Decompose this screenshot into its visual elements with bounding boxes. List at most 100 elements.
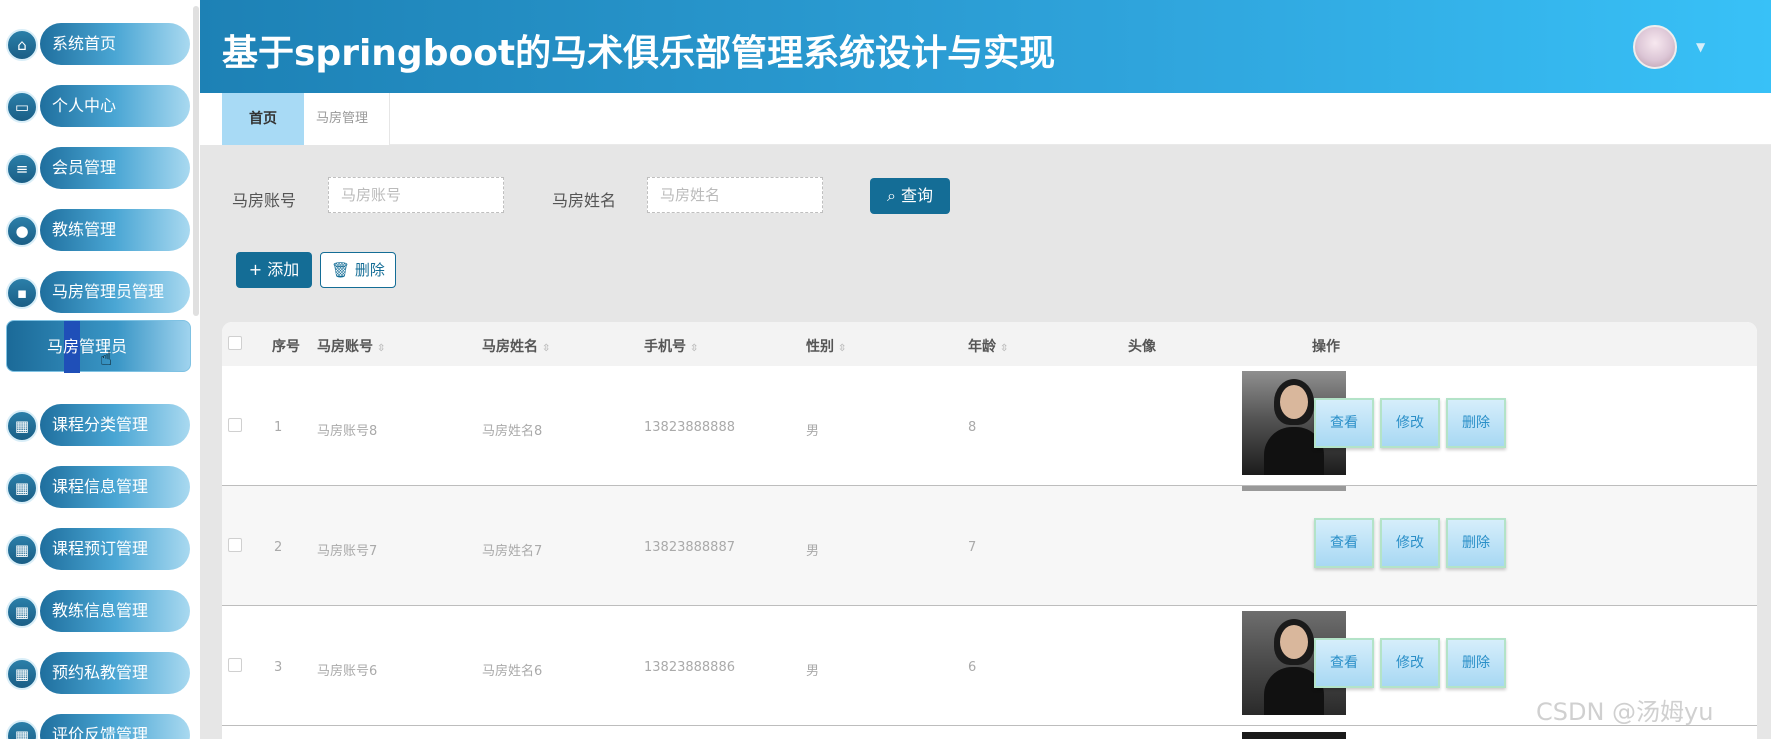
- sidebar-item-label: 评价反馈管理: [40, 714, 190, 739]
- next-row-photo-edge: [1242, 732, 1346, 739]
- submenu-item-stable-admin[interactable]: 马房管理员: [6, 320, 191, 373]
- cell-gender: 男: [806, 544, 820, 559]
- sidebar-item-label: 教练信息管理: [40, 590, 190, 632]
- col-header-gender[interactable]: 性别 ⇳: [806, 336, 846, 356]
- sort-icon[interactable]: ⇳: [838, 343, 846, 354]
- delete-button[interactable]: 删除: [1446, 518, 1506, 568]
- name-search-input[interactable]: 马房姓名: [647, 177, 823, 213]
- cell-age: 8: [968, 420, 977, 435]
- watermark: CSDN @汤姆yu: [1536, 698, 1714, 726]
- grid-icon: ▦: [6, 410, 38, 442]
- col-header-name[interactable]: 马房姓名 ⇳: [482, 336, 550, 356]
- row-checkbox[interactable]: [228, 418, 242, 432]
- page-title: 基于springboot的马术俱乐部管理系统设计与实现: [222, 33, 1056, 74]
- sidebar-item-label: 课程分类管理: [40, 404, 190, 446]
- edit-button[interactable]: 修改: [1380, 638, 1440, 688]
- cell-account: 马房账号8: [317, 424, 378, 439]
- account-search-input[interactable]: 马房账号: [328, 177, 504, 213]
- caret-down-icon[interactable]: ▼: [1696, 40, 1705, 54]
- sidebar-item-course-info[interactable]: ▦ 课程信息管理: [6, 466, 190, 508]
- sidebar-item-course-booking[interactable]: ▦ 课程预订管理: [6, 528, 190, 570]
- query-button[interactable]: ⌕ 查询: [870, 178, 950, 214]
- name-filter-label: 马房姓名: [552, 191, 617, 210]
- view-button[interactable]: 查看: [1314, 518, 1374, 568]
- list-icon: ≡: [6, 153, 38, 185]
- cell-age: 7: [968, 540, 977, 555]
- cell-phone: 13823888886: [644, 660, 735, 675]
- sort-icon[interactable]: ⇳: [690, 343, 698, 354]
- cell-index: 2: [274, 540, 283, 555]
- sidebar-item-profile[interactable]: ▭ 个人中心: [6, 85, 190, 127]
- view-button[interactable]: 查看: [1314, 398, 1374, 448]
- query-button-label: 查询: [901, 186, 934, 205]
- select-all-checkbox[interactable]: [228, 336, 242, 350]
- chat-icon: ▪: [6, 277, 38, 309]
- cell-phone: 13823888888: [644, 420, 735, 435]
- edit-button[interactable]: 修改: [1380, 398, 1440, 448]
- sidebar-item-stable-admins[interactable]: ▪ 马房管理员管理: [6, 271, 190, 313]
- col-header-label: 马房姓名: [482, 339, 538, 355]
- add-button[interactable]: + 添加: [236, 252, 312, 288]
- col-header-label: 马房账号: [317, 339, 373, 355]
- sidebar-item-home[interactable]: ⌂ 系统首页: [6, 23, 190, 65]
- data-table: 序号 马房账号 ⇳ 马房姓名 ⇳ 手机号 ⇳ 性别 ⇳ 年龄 ⇳ 头像 操作 1 马房账号…: [222, 322, 1757, 739]
- cell-name: 马房姓名8: [482, 424, 543, 439]
- account-filter-label: 马房账号: [232, 191, 297, 210]
- sidebar-scrollbar[interactable]: [193, 6, 199, 316]
- app-window: ⌂ 系统首页 ▭ 个人中心 ≡ 会员管理 ● 教练管理 ▪ 马房管理员管理 马房…: [0, 0, 1771, 739]
- sort-icon[interactable]: ⇳: [1000, 343, 1008, 354]
- sidebar-item-label: 个人中心: [40, 85, 190, 127]
- sidebar-item-coach-info[interactable]: ▦ 教练信息管理: [6, 590, 190, 632]
- edit-button[interactable]: 修改: [1380, 518, 1440, 568]
- sidebar-item-feedback[interactable]: ▦ 评价反馈管理: [6, 714, 190, 739]
- delete-button[interactable]: 删除: [1446, 638, 1506, 688]
- cell-age: 6: [968, 660, 977, 675]
- tab-home[interactable]: 首页: [222, 93, 304, 145]
- col-header-label: 年龄: [968, 339, 996, 355]
- view-button[interactable]: 查看: [1314, 638, 1374, 688]
- hand-cursor-icon: ☝: [100, 346, 113, 370]
- cell-name: 马房姓名6: [482, 664, 543, 679]
- tab-stable-admin[interactable]: 马房管理员: [304, 93, 390, 178]
- row-checkbox[interactable]: [228, 538, 242, 552]
- grid-icon: ▦: [6, 534, 38, 566]
- sidebar-item-label: 课程预订管理: [40, 528, 190, 570]
- delete-button-label: 删除: [354, 261, 385, 279]
- sidebar-item-coaches[interactable]: ● 教练管理: [6, 209, 190, 251]
- sidebar-item-members[interactable]: ≡ 会员管理: [6, 147, 190, 189]
- grid-icon: ▦: [6, 596, 38, 628]
- col-header-account[interactable]: 马房账号 ⇳: [317, 336, 385, 356]
- delete-button[interactable]: 删除: [1446, 398, 1506, 448]
- cell-account: 马房账号6: [317, 664, 378, 679]
- sort-icon[interactable]: ⇳: [377, 343, 385, 354]
- sidebar-item-label: 马房管理员管理: [40, 271, 190, 313]
- col-header-index: 序号: [272, 339, 300, 355]
- tab-bar: 首页 马房管理员: [222, 93, 1771, 178]
- trash-icon: 🗑: [331, 261, 351, 279]
- table-row: 3 马房账号6 马房姓名6 13823888886 男 6 查看 修改 删除: [222, 606, 1757, 726]
- col-header-phone[interactable]: 手机号 ⇳: [644, 336, 698, 356]
- col-header-actions: 操作: [1312, 339, 1340, 355]
- cell-index: 1: [274, 420, 283, 435]
- cell-account: 马房账号7: [317, 544, 378, 559]
- row-checkbox[interactable]: [228, 658, 242, 672]
- submenu-item-label: 马房管理员: [47, 337, 128, 356]
- sidebar-item-label: 课程信息管理: [40, 466, 190, 508]
- col-header-label: 手机号: [644, 339, 686, 355]
- col-header-age[interactable]: 年龄 ⇳: [968, 336, 1008, 356]
- sidebar-item-label: 会员管理: [40, 147, 190, 189]
- sort-icon[interactable]: ⇳: [542, 343, 550, 354]
- table-row: 2 马房账号7 马房姓名7 13823888887 男 7 查看 修改 删除: [222, 486, 1757, 606]
- sidebar-item-label: 系统首页: [40, 23, 190, 65]
- bulb-icon: ●: [6, 215, 38, 247]
- card-icon: ▭: [6, 91, 38, 123]
- cell-gender: 男: [806, 424, 820, 439]
- avatar[interactable]: [1633, 25, 1677, 69]
- cell-phone: 13823888887: [644, 540, 735, 555]
- sidebar-item-course-categories[interactable]: ▦ 课程分类管理: [6, 404, 190, 446]
- grid-icon: ▦: [6, 658, 38, 690]
- batch-delete-button[interactable]: 🗑 删除: [320, 252, 396, 288]
- sidebar-item-private-coaching[interactable]: ▦ 预约私教管理: [6, 652, 190, 694]
- sidebar-item-label: 预约私教管理: [40, 652, 190, 694]
- table-header: 序号 马房账号 ⇳ 马房姓名 ⇳ 手机号 ⇳ 性别 ⇳ 年龄 ⇳ 头像 操作: [222, 322, 1757, 366]
